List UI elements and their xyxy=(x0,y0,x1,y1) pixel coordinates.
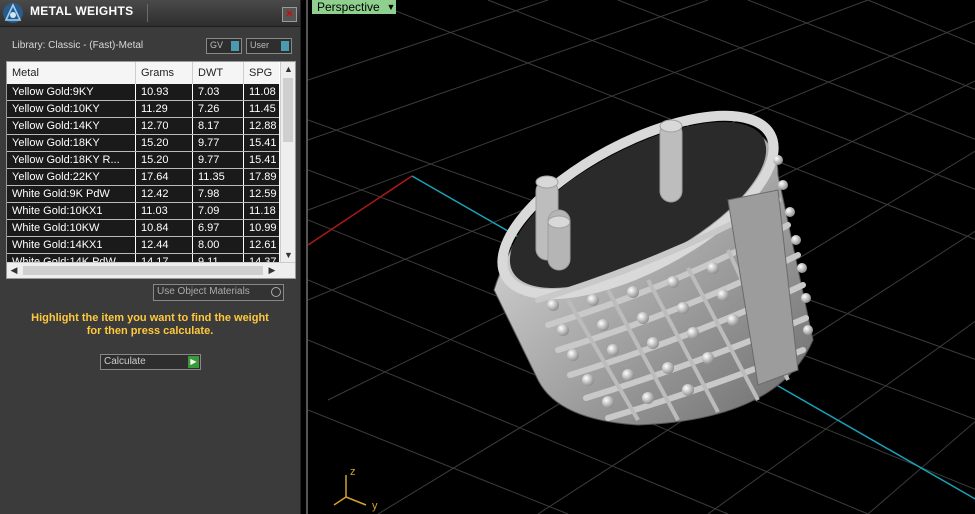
cell-grams: 17.64 xyxy=(136,169,193,185)
table-row[interactable]: Yellow Gold:10KY 11.29 7.26 11.45 xyxy=(7,101,284,118)
cell-grams: 12.44 xyxy=(136,237,193,253)
cell-dwt: 9.77 xyxy=(193,152,244,168)
cell-spg: 12.61 xyxy=(244,237,284,253)
column-header-dwt[interactable]: DWT xyxy=(193,62,244,84)
column-header-metal[interactable]: Metal xyxy=(7,62,136,84)
metal-table: Metal Grams DWT SPG Yellow Gold:9KY 10.93… xyxy=(6,61,296,279)
chevron-down-icon[interactable]: ▼ xyxy=(386,0,396,14)
cell-spg: 15.41 xyxy=(244,135,284,151)
cell-metal: White Gold:9K PdW xyxy=(7,186,136,202)
3d-viewport[interactable]: z y xyxy=(306,0,975,514)
gv-label: GV xyxy=(210,40,224,50)
scroll-thumb-horizontal[interactable] xyxy=(23,266,263,275)
panel-titlebar: METAL WEIGHTS × xyxy=(0,0,300,27)
axis-z-label: z xyxy=(350,466,356,478)
close-button[interactable]: × xyxy=(282,7,297,22)
calculate-label: Calculate xyxy=(104,356,146,367)
vertical-scrollbar[interactable]: ▲ ▼ xyxy=(280,62,295,262)
cell-grams: 12.70 xyxy=(136,118,193,134)
cell-metal: White Gold:10KX1 xyxy=(7,203,136,219)
cell-metal: Yellow Gold:14KY xyxy=(7,118,136,134)
gv-dropdown[interactable]: GV xyxy=(206,38,242,54)
table-row[interactable]: Yellow Gold:14KY 12.70 8.17 12.88 xyxy=(7,118,284,135)
table-row[interactable]: White Gold:10KX1 11.03 7.09 11.18 xyxy=(7,203,284,220)
cell-metal: Yellow Gold:9KY xyxy=(7,84,136,100)
viewport-scene: z y xyxy=(308,0,975,514)
cell-spg: 11.45 xyxy=(244,101,284,117)
cell-grams: 15.20 xyxy=(136,135,193,151)
view-mode-tab[interactable]: Perspective xyxy=(312,0,387,14)
cell-metal: White Gold:10KW xyxy=(7,220,136,236)
cell-dwt: 8.17 xyxy=(193,118,244,134)
table-row[interactable]: White Gold:10KW 10.84 6.97 10.99 xyxy=(7,220,284,237)
cell-spg: 12.59 xyxy=(244,186,284,202)
horizontal-scrollbar[interactable]: ◀ ▶ xyxy=(7,262,295,278)
panel-title: METAL WEIGHTS xyxy=(30,4,134,18)
scroll-thumb[interactable] xyxy=(283,78,293,142)
cell-dwt: 11.35 xyxy=(193,169,244,185)
table-row[interactable]: Yellow Gold:18KY 15.20 9.77 15.41 xyxy=(7,135,284,152)
column-header-grams[interactable]: Grams xyxy=(136,62,193,84)
dropdown-arrow-icon xyxy=(281,41,289,51)
scroll-down-icon[interactable]: ▼ xyxy=(281,248,295,262)
cell-spg: 11.18 xyxy=(244,203,284,219)
cell-metal: Yellow Gold:18KY xyxy=(7,135,136,151)
cell-dwt: 7.09 xyxy=(193,203,244,219)
title-divider xyxy=(147,4,148,22)
ring-model[interactable] xyxy=(476,80,814,426)
cell-metal: White Gold:14KX1 xyxy=(7,237,136,253)
table-row[interactable]: Yellow Gold:22KY 17.64 11.35 17.89 xyxy=(7,169,284,186)
app-logo-icon xyxy=(3,3,23,23)
use-object-materials-label: Use Object Materials xyxy=(157,286,250,297)
use-object-materials-toggle[interactable]: Use Object Materials xyxy=(153,284,284,301)
cell-dwt: 6.97 xyxy=(193,220,244,236)
axis-y-label: y xyxy=(372,500,378,512)
cell-metal: Yellow Gold:18KY R... xyxy=(7,152,136,168)
scroll-up-icon[interactable]: ▲ xyxy=(281,62,295,76)
table-row[interactable]: Yellow Gold:18KY R... 15.20 9.77 15.41 xyxy=(7,152,284,169)
instruction-line-1: Highlight the item you want to find the … xyxy=(31,312,269,324)
cell-dwt: 8.00 xyxy=(193,237,244,253)
scroll-right-icon[interactable]: ▶ xyxy=(265,263,279,278)
cell-metal: Yellow Gold:10KY xyxy=(7,101,136,117)
column-header-spg[interactable]: SPG xyxy=(244,62,284,84)
library-label: Library: Classic - (Fast)-Metal xyxy=(12,40,144,51)
table-body: Yellow Gold:9KY 10.93 7.03 11.08 Yellow Gold… xyxy=(7,84,284,271)
cell-grams: 12.42 xyxy=(136,186,193,202)
metal-weights-panel: METAL WEIGHTS × Library: Classic - (Fast… xyxy=(0,0,301,514)
table-row[interactable]: White Gold:14KX1 12.44 8.00 12.61 xyxy=(7,237,284,254)
table-row[interactable]: Yellow Gold:9KY 10.93 7.03 11.08 xyxy=(7,84,284,101)
dropdown-arrow-icon xyxy=(231,41,239,51)
cell-grams: 11.03 xyxy=(136,203,193,219)
cell-grams: 11.29 xyxy=(136,101,193,117)
play-arrow-icon: ▶ xyxy=(188,356,199,368)
cell-spg: 11.08 xyxy=(244,84,284,100)
user-dropdown[interactable]: User xyxy=(246,38,292,54)
cell-dwt: 7.03 xyxy=(193,84,244,100)
cell-dwt: 9.77 xyxy=(193,135,244,151)
axis-gizmo: z y xyxy=(333,466,378,512)
cell-spg: 15.41 xyxy=(244,152,284,168)
x-axis-line xyxy=(308,175,413,246)
cell-grams: 10.93 xyxy=(136,84,193,100)
user-label: User xyxy=(250,40,270,50)
cell-dwt: 7.98 xyxy=(193,186,244,202)
cell-metal: Yellow Gold:22KY xyxy=(7,169,136,185)
scroll-left-icon[interactable]: ◀ xyxy=(7,263,21,278)
cell-grams: 15.20 xyxy=(136,152,193,168)
radio-icon[interactable] xyxy=(271,287,281,297)
cell-spg: 12.88 xyxy=(244,118,284,134)
table-row[interactable]: White Gold:9K PdW 12.42 7.98 12.59 xyxy=(7,186,284,203)
calculate-button[interactable]: Calculate ▶ xyxy=(100,354,201,370)
cell-spg: 17.89 xyxy=(244,169,284,185)
instruction-text: Highlight the item you want to find the … xyxy=(0,312,300,338)
instruction-line-2: for then press calculate. xyxy=(86,325,214,337)
cell-spg: 10.99 xyxy=(244,220,284,236)
cell-grams: 10.84 xyxy=(136,220,193,236)
table-header: Metal Grams DWT SPG xyxy=(7,62,284,85)
cell-dwt: 7.26 xyxy=(193,101,244,117)
